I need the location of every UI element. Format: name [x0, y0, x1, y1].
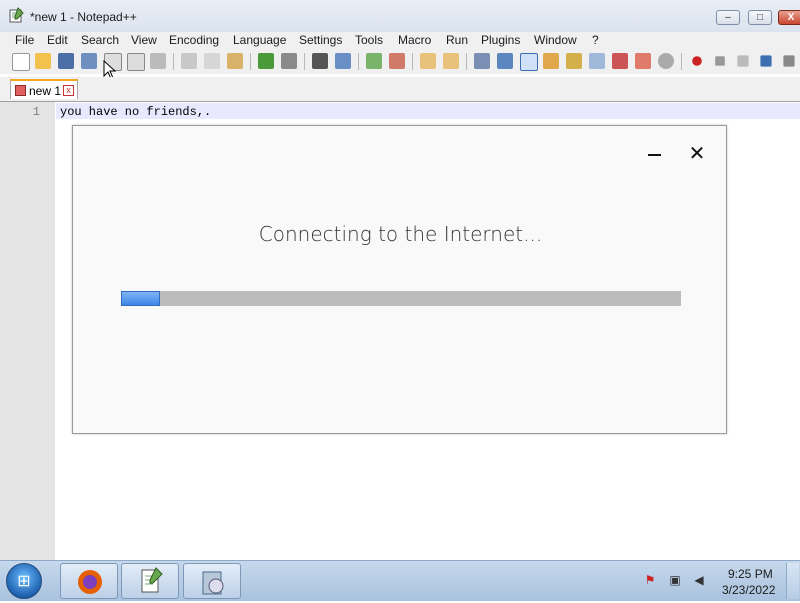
menu-encoding[interactable]: Encoding — [168, 33, 220, 47]
menu-bar: File Edit Search View Encoding Language … — [0, 32, 800, 50]
toolbar-separator — [681, 53, 682, 70]
line-number: 1 — [32, 105, 40, 119]
taskbar: ⊞ ⚑ ▣ ◀ 9:25 PM 3/23/2022 — [0, 560, 800, 601]
zoom-out-icon[interactable] — [389, 53, 405, 69]
doc-list-icon[interactable] — [589, 53, 605, 69]
print-icon[interactable] — [150, 53, 166, 69]
network-icon[interactable]: ▣ — [668, 573, 682, 587]
find-icon[interactable] — [312, 53, 328, 69]
window-minimize-button[interactable]: – — [716, 10, 740, 25]
line-number-gutter: 1 — [0, 102, 55, 561]
function-list-icon[interactable] — [612, 53, 628, 69]
menu-run[interactable]: Run — [445, 33, 469, 47]
toolbar-separator — [412, 53, 413, 70]
installer-icon — [202, 571, 224, 595]
menu-window[interactable]: Window — [533, 33, 578, 47]
menu-macro[interactable]: Macro — [397, 33, 432, 47]
zoom-in-icon[interactable] — [366, 53, 382, 69]
menu-settings[interactable]: Settings — [298, 33, 343, 47]
toolbar-separator — [358, 53, 359, 70]
sync-h-icon[interactable] — [443, 53, 459, 69]
tab-bar: new 1 x — [0, 77, 800, 101]
run-macro-multiple-icon[interactable] — [760, 55, 772, 67]
sync-v-icon[interactable] — [420, 53, 436, 69]
volume-icon[interactable]: ◀ — [692, 573, 706, 587]
unsaved-file-icon — [15, 85, 26, 96]
folder-workspace-icon[interactable] — [635, 53, 651, 69]
menu-plugins[interactable]: Plugins — [480, 33, 521, 47]
start-button[interactable]: ⊞ — [6, 563, 42, 599]
doc-map-icon[interactable] — [566, 53, 582, 69]
stop-macro-icon[interactable] — [715, 56, 725, 66]
menu-view[interactable]: View — [130, 33, 158, 47]
dialog-close-button[interactable]: ✕ — [687, 144, 707, 164]
toolbar — [0, 50, 800, 74]
window-title: *new 1 - Notepad++ — [30, 10, 137, 24]
new-icon[interactable] — [12, 53, 30, 71]
udl-icon[interactable] — [543, 53, 559, 69]
undo-icon[interactable] — [258, 53, 274, 69]
cut-icon[interactable] — [181, 53, 197, 69]
save-macro-icon[interactable] — [783, 55, 795, 67]
open-icon[interactable] — [35, 53, 51, 69]
save-all-icon[interactable] — [81, 53, 97, 69]
notepad-plus-plus-icon — [9, 7, 24, 23]
menu-tools[interactable]: Tools — [354, 33, 384, 47]
menu-edit[interactable]: Edit — [46, 33, 69, 47]
progress-bar-fill — [121, 291, 161, 306]
copy-icon[interactable] — [204, 53, 220, 69]
menu-file[interactable]: File — [14, 33, 35, 47]
tab-label: new 1 — [29, 84, 62, 98]
dialog-minimize-button[interactable] — [645, 144, 665, 164]
clock-date[interactable]: 3/23/2022 — [722, 583, 775, 597]
toolbar-separator — [466, 53, 467, 70]
replace-icon[interactable] — [335, 53, 351, 69]
connecting-dialog: ✕ Connecting to the Internet... — [72, 125, 727, 434]
window-maximize-button[interactable]: □ — [748, 10, 772, 25]
record-macro-icon[interactable] — [692, 56, 702, 66]
menu-language[interactable]: Language — [232, 33, 287, 47]
progress-bar — [121, 291, 681, 306]
clock-time[interactable]: 9:25 PM — [728, 567, 773, 581]
notepad-plus-plus-icon — [141, 567, 163, 593]
all-chars-icon[interactable] — [497, 53, 513, 69]
word-wrap-icon[interactable] — [474, 53, 490, 69]
taskbar-installer-button[interactable] — [183, 563, 241, 599]
firefox-icon — [78, 570, 102, 594]
code-line[interactable]: you have no friends,. — [60, 105, 211, 119]
indent-guide-icon[interactable] — [520, 53, 538, 71]
save-icon[interactable] — [58, 53, 74, 69]
toolbar-separator — [173, 53, 174, 70]
toolbar-separator — [250, 53, 251, 70]
taskbar-notepadpp-button[interactable] — [121, 563, 179, 599]
toolbar-separator — [304, 53, 305, 70]
windows-logo-icon: ⊞ — [17, 573, 31, 590]
tab-close-icon[interactable]: x — [63, 85, 74, 96]
monitoring-icon[interactable] — [658, 53, 674, 69]
menu-help[interactable]: ? — [591, 33, 600, 47]
redo-icon[interactable] — [281, 53, 297, 69]
menu-search[interactable]: Search — [80, 33, 120, 47]
paste-icon[interactable] — [227, 53, 243, 69]
show-desktop-button[interactable] — [786, 563, 799, 599]
close-all-icon[interactable] — [127, 53, 145, 71]
network-error-icon[interactable]: ⚑ — [643, 573, 657, 587]
tab-new-1[interactable]: new 1 x — [10, 79, 78, 99]
title-bar: *new 1 - Notepad++ – □ X — [0, 0, 800, 33]
taskbar-firefox-button[interactable] — [60, 563, 118, 599]
window-close-button[interactable]: X — [778, 10, 800, 25]
play-macro-icon[interactable] — [737, 55, 749, 67]
dialog-title: Connecting to the Internet... — [258, 222, 543, 246]
